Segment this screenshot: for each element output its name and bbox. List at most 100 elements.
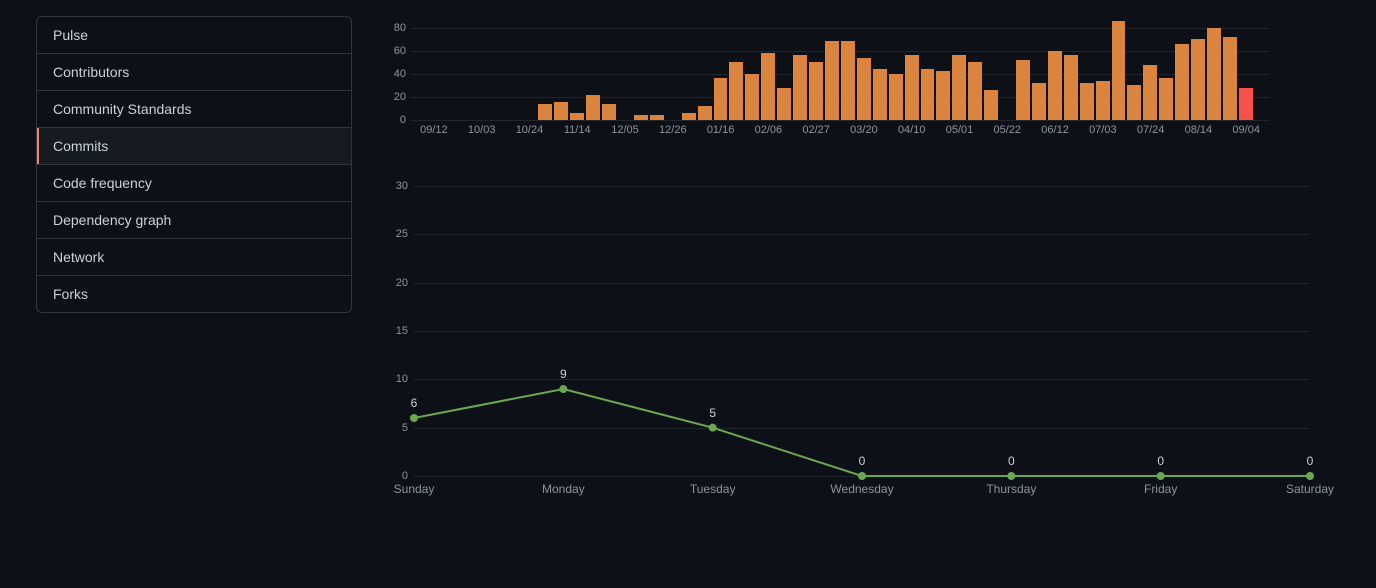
bar-x-tick-label: 04/10	[888, 124, 936, 136]
commit-bar[interactable]	[873, 69, 887, 120]
line-point[interactable]	[709, 424, 717, 432]
line-y-tick-label: 5	[402, 422, 408, 434]
insights-main: 020406080 09/1210/0310/2411/1412/0512/26…	[352, 16, 1376, 516]
bar-y-tick-label: 40	[394, 68, 406, 80]
commit-bar[interactable]	[1175, 44, 1189, 120]
bar-x-tick-label: 02/27	[792, 124, 840, 136]
bar-x-tick-label: 01/16	[697, 124, 745, 136]
line-y-tick-label: 10	[396, 373, 408, 385]
commit-bar[interactable]	[1239, 88, 1253, 120]
commit-bar[interactable]	[1016, 60, 1030, 120]
line-point[interactable]	[858, 472, 866, 480]
commit-bar[interactable]	[984, 90, 998, 120]
commit-bar[interactable]	[538, 104, 552, 120]
bar-x-tick-label: 02/06	[744, 124, 792, 136]
commit-bar[interactable]	[586, 95, 600, 120]
commit-bar[interactable]	[1080, 83, 1094, 120]
commit-bar[interactable]	[1032, 83, 1046, 120]
commit-bar[interactable]	[1048, 51, 1062, 120]
sidebar-item-label: Contributors	[53, 64, 129, 80]
sidebar-item-dependency-graph[interactable]: Dependency graph	[37, 202, 351, 239]
commit-bar[interactable]	[857, 58, 871, 120]
bar-y-tick-label: 20	[394, 91, 406, 103]
line-y-tick-label: 25	[396, 228, 408, 240]
sidebar-item-pulse[interactable]: Pulse	[37, 17, 351, 54]
bar-x-tick-label: 12/05	[601, 124, 649, 136]
commit-bar[interactable]	[889, 74, 903, 120]
commit-bar[interactable]	[936, 71, 950, 120]
line-x-tick-label: Thursday	[986, 482, 1036, 496]
commit-bar[interactable]	[1207, 28, 1221, 120]
commit-bar[interactable]	[952, 55, 966, 120]
line-x-tick: Saturday	[1286, 482, 1334, 496]
sidebar-item-code-frequency[interactable]: Code frequency	[37, 165, 351, 202]
commits-history-bar-chart: 020406080 09/1210/0310/2411/1412/0512/26…	[390, 16, 1270, 146]
bar-gridline	[410, 120, 1270, 121]
commit-bar[interactable]	[729, 62, 743, 120]
commit-bar[interactable]	[1191, 39, 1205, 120]
line-x-tick-label: Tuesday	[690, 482, 736, 496]
commit-bar[interactable]	[1127, 85, 1141, 120]
commit-bar[interactable]	[1159, 78, 1173, 120]
commits-by-day-line-chart: 0510152025306950000 SundayMondayTuesdayW…	[390, 186, 1310, 516]
commit-bar[interactable]	[650, 115, 664, 120]
commit-bar[interactable]	[714, 78, 728, 120]
bar-y-tick-label: 80	[394, 22, 406, 34]
bar-x-tick-label: 07/24	[1127, 124, 1175, 136]
line-x-tick-label: Friday	[1144, 482, 1177, 496]
bar-series	[410, 16, 1270, 120]
line-point[interactable]	[1306, 472, 1314, 480]
sidebar-item-label: Forks	[53, 286, 88, 302]
line-point-label: 6	[411, 396, 418, 410]
commit-bar[interactable]	[761, 53, 775, 120]
commit-bar[interactable]	[777, 88, 791, 120]
commit-bar[interactable]	[682, 113, 696, 120]
sidebar-item-label: Dependency graph	[53, 212, 171, 228]
line-point-label: 0	[1008, 454, 1015, 468]
commit-bar[interactable]	[570, 113, 584, 120]
commit-bar[interactable]	[841, 41, 855, 120]
line-point[interactable]	[410, 414, 418, 422]
line-svg	[414, 186, 1310, 476]
sidebar-item-commits[interactable]: Commits	[37, 128, 351, 165]
commit-bar[interactable]	[634, 115, 648, 120]
commit-bar[interactable]	[921, 69, 935, 120]
sidebar-item-community-standards[interactable]: Community Standards	[37, 91, 351, 128]
bar-x-tick-label: 10/03	[458, 124, 506, 136]
commit-bar[interactable]	[968, 62, 982, 120]
commit-bar[interactable]	[554, 102, 568, 120]
sidebar-item-label: Pulse	[53, 27, 88, 43]
insights-sidebar: Pulse Contributors Community StandardsComm…	[36, 16, 352, 313]
line-x-tick-label: Wednesday	[830, 482, 893, 496]
commit-bar[interactable]	[1223, 37, 1237, 120]
commit-bar[interactable]	[793, 55, 807, 120]
sidebar-item-label: Code frequency	[53, 175, 152, 191]
line-x-tick: Sunday	[394, 482, 435, 496]
line-x-tick: Wednesday	[830, 482, 893, 496]
line-point[interactable]	[559, 385, 567, 393]
line-y-tick-label: 20	[396, 277, 408, 289]
commit-bar[interactable]	[809, 62, 823, 120]
line-point-label: 0	[1307, 454, 1314, 468]
sidebar-item-contributors[interactable]: Contributors	[37, 54, 351, 91]
commit-bar[interactable]	[1096, 81, 1110, 120]
line-point[interactable]	[1007, 472, 1015, 480]
commit-bar[interactable]	[905, 55, 919, 120]
line-point-label: 9	[560, 367, 567, 381]
sidebar-item-network[interactable]: Network	[37, 239, 351, 276]
bar-x-tick-label: 07/03	[1079, 124, 1127, 136]
commit-bar[interactable]	[825, 41, 839, 120]
commit-bar[interactable]	[1143, 65, 1157, 120]
commit-bar[interactable]	[698, 106, 712, 120]
bar-y-tick-label: 60	[394, 45, 406, 57]
line-x-tick: Friday	[1144, 482, 1177, 496]
commit-bar[interactable]	[1112, 21, 1126, 120]
line-x-tick-label: Sunday	[394, 482, 435, 496]
line-point[interactable]	[1157, 472, 1165, 480]
commit-bar[interactable]	[745, 74, 759, 120]
commit-bar[interactable]	[1064, 55, 1078, 120]
bar-x-tick-label: 10/24	[506, 124, 554, 136]
commit-bar[interactable]	[602, 104, 616, 120]
bar-x-tick-label: 08/14	[1175, 124, 1223, 136]
sidebar-item-forks[interactable]: Forks	[37, 276, 351, 312]
